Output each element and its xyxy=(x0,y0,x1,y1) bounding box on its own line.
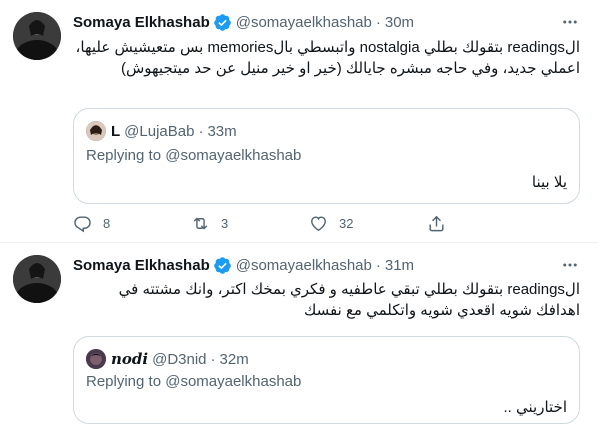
replying-mention: @somayaelkhashab xyxy=(165,147,302,164)
tweet-text: الreadings بتقولك بطلي تبقي عاطفيه و فكر… xyxy=(118,281,580,319)
tweet-actions: 8 3 32 xyxy=(73,212,545,234)
quote-header: L @LujaBab · 33m xyxy=(86,121,237,141)
author-handle[interactable]: @somayaelkhashab xyxy=(236,14,372,31)
reply-icon xyxy=(73,214,92,233)
tweet[interactable]: Somaya Elkhashab @somayaelkhashab · 30m … xyxy=(0,0,598,243)
verified-badge-icon xyxy=(213,256,232,275)
quote-avatar xyxy=(86,121,106,141)
author-handle[interactable]: @somayaelkhashab xyxy=(236,257,372,274)
tweet-header: Somaya Elkhashab @somayaelkhashab · 30m xyxy=(73,12,414,32)
separator-dot: · xyxy=(198,122,204,140)
quote-avatar xyxy=(86,349,106,369)
tweet[interactable]: Somaya Elkhashab @somayaelkhashab · 31m … xyxy=(0,243,598,437)
replying-prefix: Replying to xyxy=(86,373,162,390)
timestamp[interactable]: 30m xyxy=(385,14,414,31)
separator-dot: · xyxy=(375,13,381,31)
quote-author-handle: @D3nid xyxy=(152,350,207,368)
verified-badge-icon xyxy=(213,13,232,32)
share-icon xyxy=(427,214,446,233)
author-name[interactable]: Somaya Elkhashab xyxy=(73,14,210,31)
quoted-tweet[interactable]: nodi @D3nid · 32m Replying to @somayaelk… xyxy=(73,336,580,424)
tweet-text: الreadings بتقولك بطلي nostalgia واتبسطي… xyxy=(75,39,580,77)
timestamp[interactable]: 31m xyxy=(385,257,414,274)
quoted-tweet[interactable]: L @LujaBab · 33m Replying to @somayaelkh… xyxy=(73,108,580,204)
share-button[interactable] xyxy=(427,214,545,233)
replying-to: Replying to @somayaelkhashab xyxy=(86,373,301,390)
more-dots-icon[interactable] xyxy=(560,255,580,275)
reply-button[interactable]: 8 xyxy=(73,214,191,233)
replying-prefix: Replying to xyxy=(86,147,162,164)
quote-timestamp: 33m xyxy=(207,122,237,140)
tweet-header: Somaya Elkhashab @somayaelkhashab · 31m xyxy=(73,255,414,275)
like-button[interactable]: 32 xyxy=(309,214,427,233)
like-count: 32 xyxy=(339,215,354,231)
quote-author-name: nodi xyxy=(111,350,149,368)
quote-timestamp: 32m xyxy=(219,350,249,368)
replying-mention: @somayaelkhashab xyxy=(165,373,302,390)
separator-dot: · xyxy=(375,256,381,274)
quote-text: يلا بينا xyxy=(531,174,567,191)
retweet-button[interactable]: 3 xyxy=(191,214,309,233)
quote-author-handle: @LujaBab xyxy=(124,122,195,140)
retweet-count: 3 xyxy=(221,215,229,231)
replying-to: Replying to @somayaelkhashab xyxy=(86,147,301,164)
retweet-icon xyxy=(191,214,210,233)
heart-icon xyxy=(309,214,328,233)
avatar[interactable] xyxy=(13,255,61,303)
quote-author-name: L xyxy=(111,122,121,140)
reply-count: 8 xyxy=(103,215,111,231)
separator-dot: · xyxy=(210,350,216,368)
avatar[interactable] xyxy=(13,12,61,60)
quote-text: اختاريني .. xyxy=(503,399,568,416)
quote-header: nodi @D3nid · 32m xyxy=(86,349,249,369)
more-dots-icon[interactable] xyxy=(560,12,580,32)
author-name[interactable]: Somaya Elkhashab xyxy=(73,257,210,274)
